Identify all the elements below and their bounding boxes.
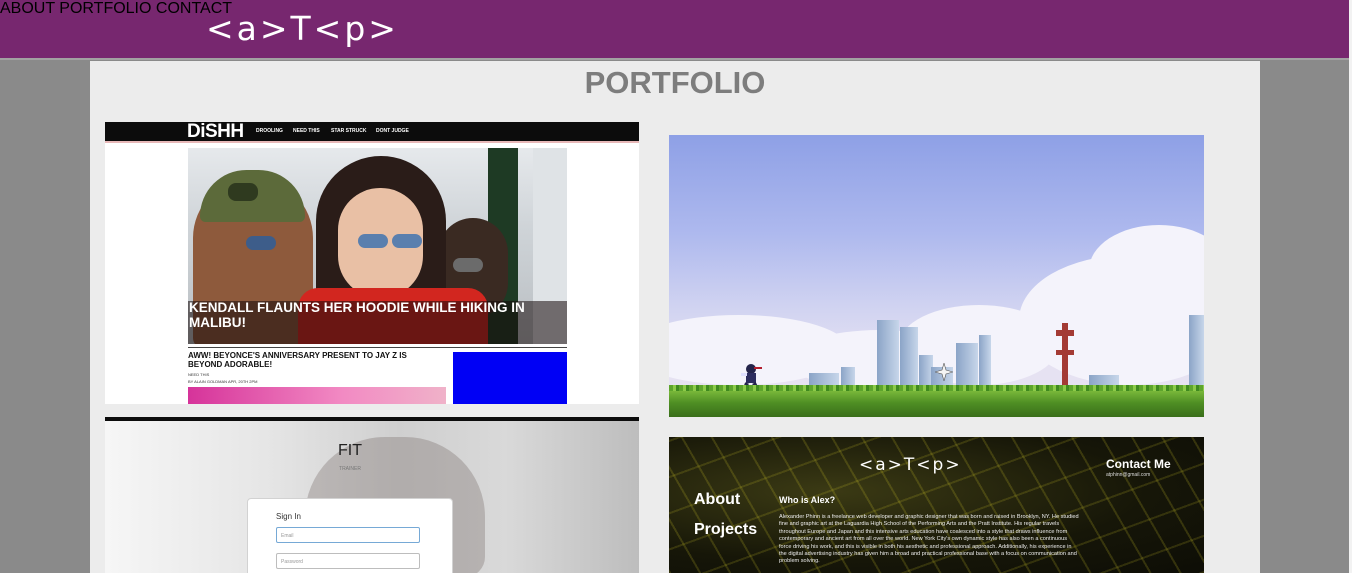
fit-signin-label: Sign In (276, 512, 301, 521)
about-link-about: About (694, 491, 741, 508)
dishh-hero-image: KENDALL FLAUNTS HER HOODIE WHILE HIKING … (188, 148, 567, 344)
dishh-pink-image (188, 387, 446, 404)
portfolio-section: PORTFOLIO DiSHH DROOLING NEED THIS STAR … (90, 61, 1260, 573)
about-who-heading: Who is Alex? (779, 495, 836, 505)
dishh-divider (188, 347, 567, 348)
dishh-nav-item: NEED THIS (293, 128, 320, 134)
about-bio: Alexander Phinn is a freelance web devel… (779, 514, 1079, 565)
dishh-nav-item: DONT JUDGE (376, 128, 409, 134)
dishh-meta-tag: NEED THIS (188, 372, 210, 377)
top-navigation-bar: <a>T<p> ABOUT PORTFOLIO CONTACT (0, 0, 1352, 60)
ground (669, 391, 1204, 417)
dishh-subheadline: AWW! BEYONCE'S ANNIVERSARY PRESENT TO JA… (188, 351, 407, 369)
project-thumbnail-about[interactable]: <a>T<p> Contact Me atphinn@gmail.com Abo… (669, 437, 1204, 573)
dishh-header-bar (105, 122, 639, 141)
shuriken-icon (935, 363, 953, 381)
about-link-projects: Projects (694, 521, 758, 538)
radio-tower-part (1056, 330, 1074, 336)
dishh-byline: BY ALAIN GOLDMAN APR, 20TH 2PM (188, 379, 258, 384)
nav-link-portfolio[interactable]: PORTFOLIO (59, 0, 151, 17)
dishh-nav-item: STAR STRUCK (331, 128, 367, 134)
nav-link-about[interactable]: ABOUT (0, 0, 55, 17)
sunglasses (246, 236, 276, 250)
dishh-blue-ad (453, 352, 567, 404)
fit-password-field[interactable]: Password (276, 553, 420, 569)
dishh-logo-text: DiSHH (187, 122, 244, 142)
about-contact-email: atphinn@gmail.com (1106, 472, 1151, 478)
sunglasses (392, 234, 422, 248)
building (1189, 315, 1204, 395)
main-nav: ABOUT PORTFOLIO CONTACT (0, 0, 1352, 18)
fit-title: FIT (338, 442, 362, 459)
site-logo[interactable]: <a>T<p> (206, 9, 399, 49)
dishh-headline: KENDALL FLAUNTS HER HOODIE WHILE HIKING … (189, 300, 525, 330)
dishh-logo: DiSHH (187, 122, 244, 143)
fit-email-field[interactable]: Email (276, 527, 420, 543)
fit-tagline: TRAINER (339, 466, 361, 472)
dishh-header-accent (105, 141, 639, 143)
sunglasses (358, 234, 388, 248)
radio-tower-part (1056, 350, 1074, 355)
about-logo: <a>T<p> (859, 455, 962, 475)
page-title: PORTFOLIO (584, 65, 766, 100)
fit-signin-card: Sign In Email Password (247, 498, 453, 573)
project-thumbnail-dishh[interactable]: DiSHH DROOLING NEED THIS STAR STRUCK DON… (105, 122, 639, 404)
fit-top-bar (105, 417, 639, 421)
about-contact-heading: Contact Me (1106, 457, 1171, 471)
camo-hat-pattern (228, 183, 258, 201)
project-thumbnail-fit[interactable]: FIT TRAINER Sign In Email Password (105, 417, 639, 573)
project-thumbnail-game[interactable] (669, 135, 1204, 417)
building (877, 320, 899, 395)
dishh-nav-item: DROOLING (256, 128, 283, 134)
sunglasses (453, 258, 483, 272)
